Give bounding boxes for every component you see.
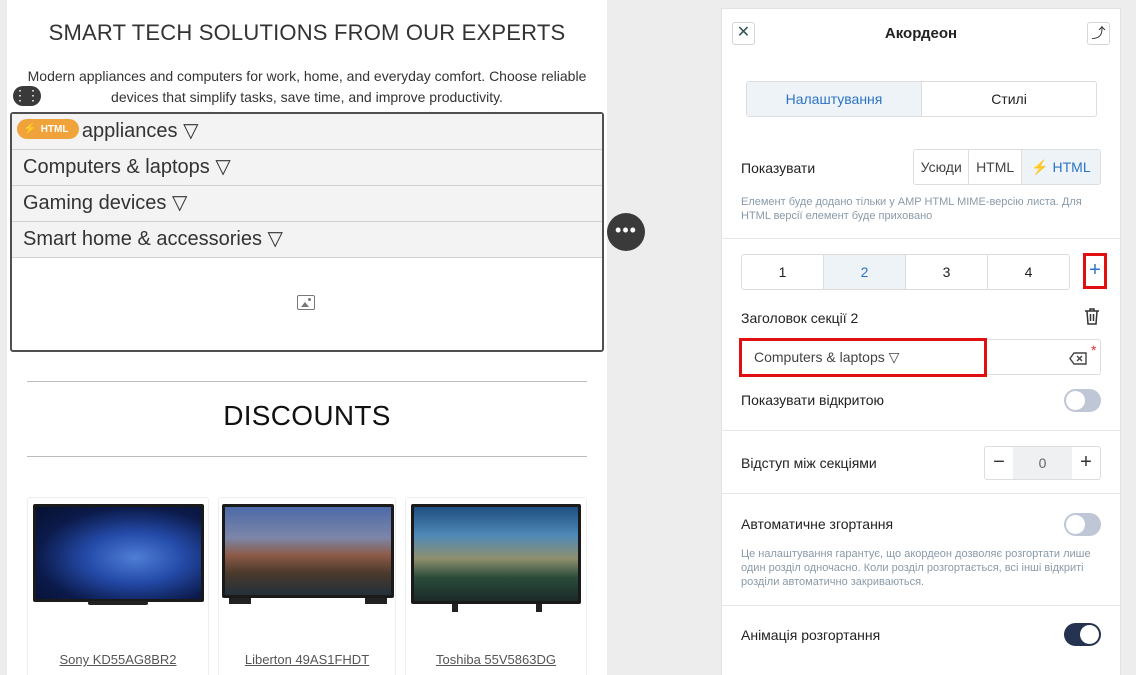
show-everywhere-option[interactable]: Усюди <box>914 150 970 184</box>
trash-icon[interactable] <box>1084 307 1100 325</box>
autocollapse-note: Це налаштування гарантує, що акордеон до… <box>741 548 1091 588</box>
divider <box>722 493 1120 494</box>
product-card[interactable]: Toshiba 55V5863DG <box>405 497 587 675</box>
bolt-icon: ⚡ <box>1031 159 1053 175</box>
section-tab-4[interactable]: 4 <box>988 255 1069 289</box>
product-card[interactable]: Sony KD55AG8BR2 <box>27 497 209 675</box>
panel-title: Акордеон <box>884 25 958 42</box>
image-placeholder-icon <box>297 295 315 310</box>
plus-icon: + <box>1089 259 1101 281</box>
product-card[interactable]: Liberton 49AS1FHDT <box>218 497 396 675</box>
input-highlight <box>739 338 987 377</box>
product-image <box>33 504 204 602</box>
tv-stand <box>452 604 458 612</box>
divider <box>722 605 1120 606</box>
minus-icon[interactable]: − <box>985 447 1013 479</box>
more-dots-icon[interactable]: ••• <box>607 213 645 251</box>
accordion-row-computers[interactable]: Computers & laptops ▽ <box>12 150 602 186</box>
section-tab-3[interactable]: 3 <box>906 255 988 289</box>
accordion-row-gaming[interactable]: Gaming devices ▽ <box>12 186 602 222</box>
section-tab-1[interactable]: 1 <box>742 255 824 289</box>
show-open-toggle[interactable] <box>1064 389 1101 412</box>
tab-styles[interactable]: Стилі <box>922 82 1096 116</box>
autocollapse-label: Автоматичне згортання <box>741 516 894 532</box>
section-header-label: Заголовок секції 2 <box>741 310 859 326</box>
settings-panel: ✕ Акордеон ⤴ Налаштування Стилі Показува… <box>721 8 1121 675</box>
tv-stand <box>365 598 387 604</box>
tv-stand <box>536 604 542 612</box>
spacing-label: Відступ між секціями <box>741 455 877 471</box>
spacing-stepper: − 0 + <box>984 446 1101 480</box>
toggle-knob <box>1066 391 1085 410</box>
animation-label: Анімація розгортання <box>741 627 881 643</box>
panel-tabs: Налаштування Стилі <box>746 81 1097 117</box>
drag-dots-icon[interactable]: ⋮⋮⋮ <box>13 86 53 106</box>
section-tab-2[interactable]: 2 <box>824 255 906 289</box>
accordion-row-smart-home[interactable]: Smart home & accessories ▽ <box>12 222 602 258</box>
add-section-button[interactable]: + <box>1083 253 1107 289</box>
show-open-label: Показувати відкритою <box>741 392 885 408</box>
accordion-row-home-appliances[interactable]: Home appliances ▽ <box>12 114 602 150</box>
tv-stand <box>88 601 148 605</box>
product-image <box>411 504 581 604</box>
divider-bottom <box>27 456 587 457</box>
email-canvas: SMART TECH SOLUTIONS FROM OUR EXPERTS Mo… <box>7 0 607 675</box>
tv-stand <box>229 598 251 604</box>
tab-settings[interactable]: Налаштування <box>747 82 922 116</box>
toggle-knob <box>1066 515 1085 534</box>
accordion-content-area[interactable] <box>12 258 602 352</box>
clear-backspace-icon[interactable] <box>1069 352 1087 365</box>
toggle-knob <box>1080 625 1099 644</box>
required-asterisk: * <box>1091 342 1097 358</box>
animation-toggle[interactable] <box>1064 623 1101 646</box>
divider <box>722 430 1120 431</box>
product-name-link[interactable]: Liberton 49AS1FHDT <box>219 652 395 667</box>
product-image <box>222 504 394 598</box>
plus-icon[interactable]: + <box>1072 447 1100 479</box>
accordion-block[interactable]: Home appliances ▽ Computers & laptops ▽ … <box>10 112 604 352</box>
autocollapse-toggle[interactable] <box>1064 513 1101 536</box>
divider <box>722 238 1120 239</box>
product-name-link[interactable]: Sony KD55AG8BR2 <box>28 652 208 667</box>
show-note: Елемент буде додано тільки у AMP HTML MI… <box>741 196 1082 222</box>
html-badge-label: HTML <box>40 124 69 135</box>
show-mode-selector: Усюди HTML ⚡ HTML <box>913 149 1101 185</box>
html-badge: ⚡ HTML <box>17 119 79 139</box>
show-amp-option[interactable]: ⚡ HTML <box>1021 150 1100 184</box>
upload-icon[interactable]: ⤴ <box>1087 22 1110 45</box>
section-selector: 1 2 3 4 <box>741 254 1070 290</box>
panel-header: ✕ Акордеон ⤴ <box>722 9 1120 59</box>
show-amp-label: HTML <box>1052 159 1091 175</box>
bolt-icon: ⚡ <box>23 123 37 135</box>
show-html-option[interactable]: HTML <box>969 150 1022 184</box>
divider-top <box>27 381 587 382</box>
hero-title: SMART TECH SOLUTIONS FROM OUR EXPERTS <box>48 20 566 45</box>
product-name-link[interactable]: Toshiba 55V5863DG <box>406 652 586 667</box>
show-label: Показувати <box>741 160 816 176</box>
hero-text: Modern appliances and computers for work… <box>27 68 587 105</box>
spacing-value[interactable]: 0 <box>1013 447 1072 479</box>
discounts-title: DISCOUNTS <box>223 400 391 431</box>
